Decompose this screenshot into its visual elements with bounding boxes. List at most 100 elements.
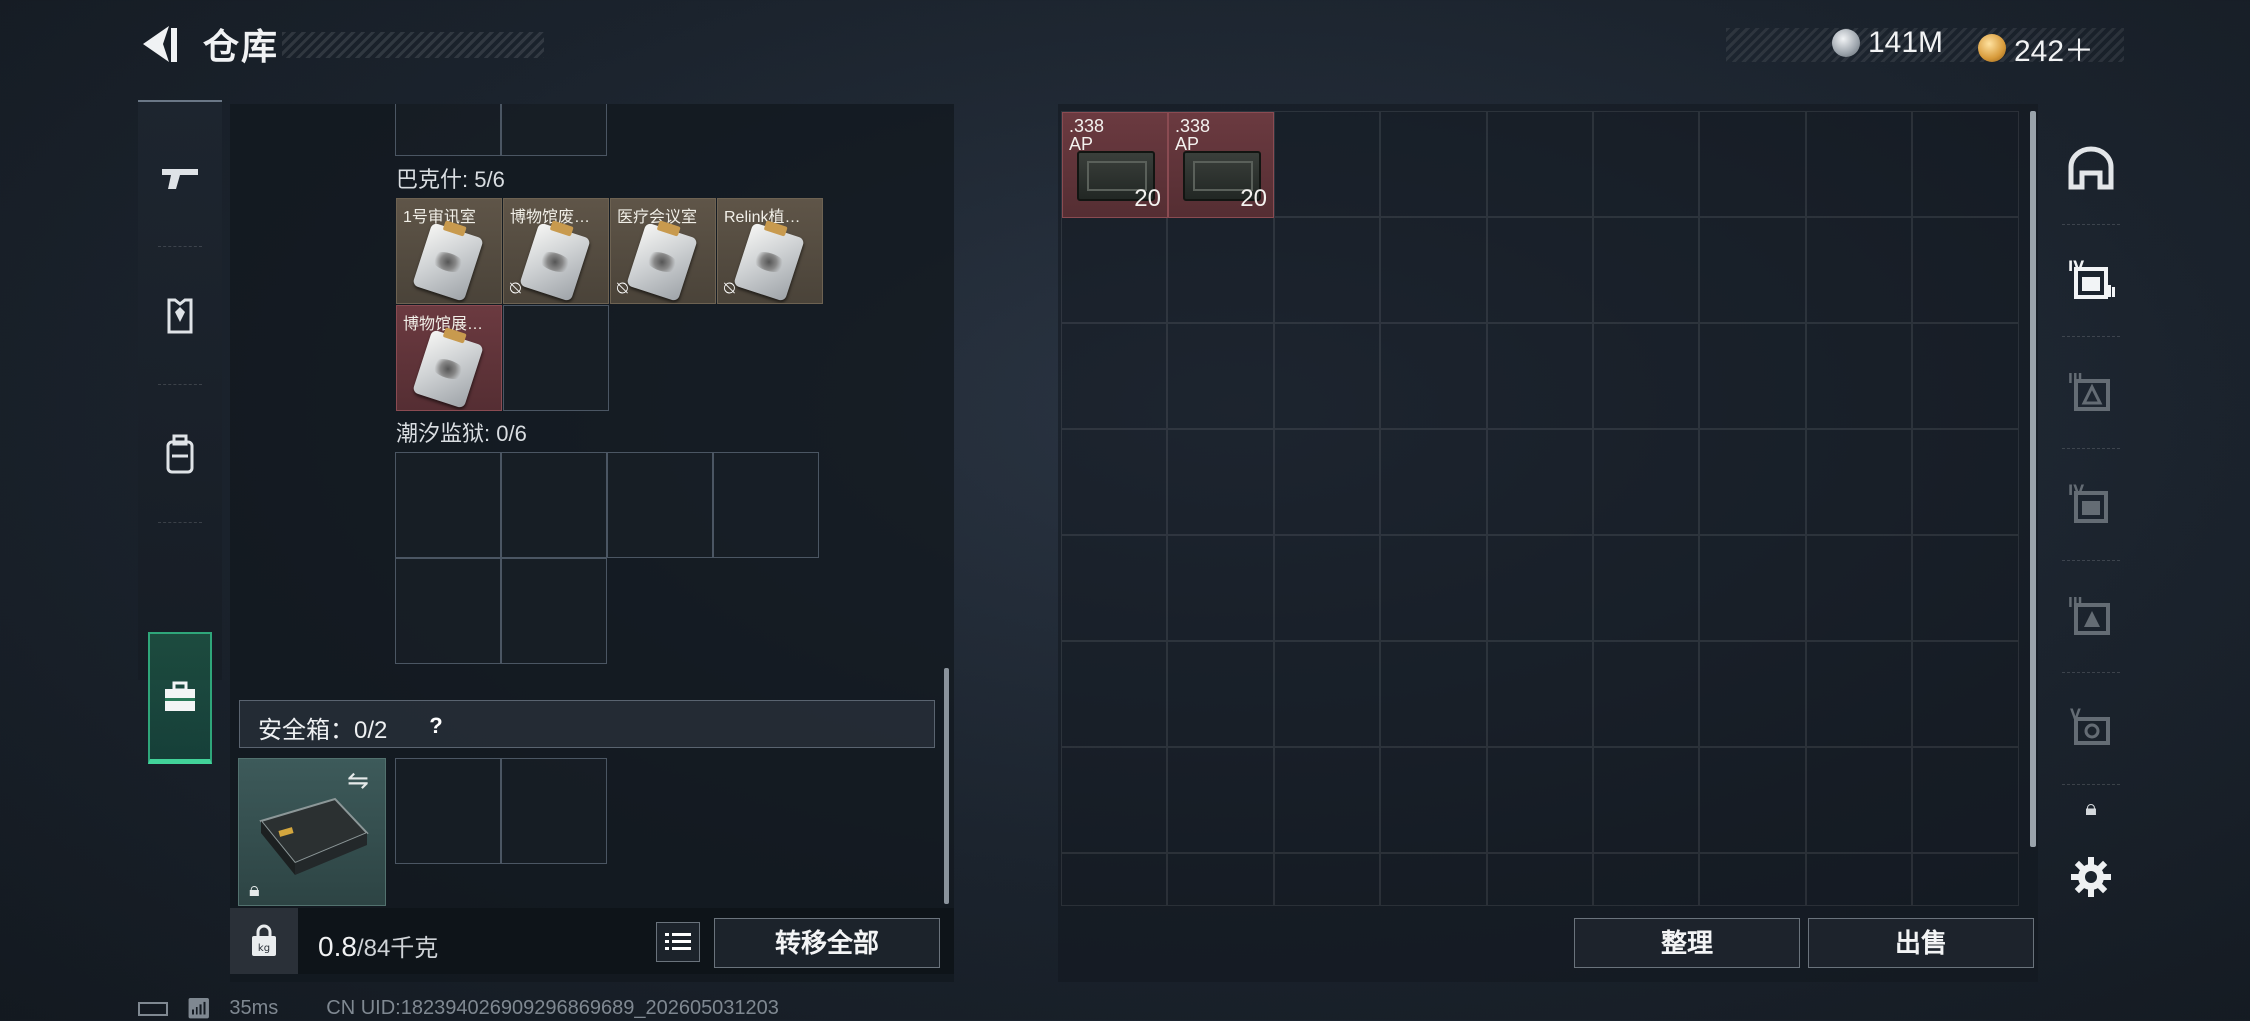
empty-slot[interactable] <box>395 558 501 664</box>
stash-cell[interactable] <box>1699 641 1806 747</box>
stash-cell[interactable] <box>1593 429 1700 535</box>
stash-cell[interactable] <box>1593 217 1700 323</box>
keycard-item[interactable]: 博物馆展… <box>396 305 502 411</box>
stash-cell[interactable] <box>1593 111 1700 217</box>
stash-cell[interactable] <box>1912 111 2019 217</box>
empty-slot[interactable] <box>501 104 607 156</box>
stash-cell[interactable] <box>1805 111 1913 217</box>
tab-stash-iv[interactable]: IV <box>2040 224 2142 336</box>
nav-weapons[interactable] <box>138 118 222 238</box>
stash-cell[interactable] <box>1167 747 1274 853</box>
scrollbar[interactable] <box>944 668 949 904</box>
list-view-button[interactable] <box>656 922 700 962</box>
stash-cell[interactable] <box>1912 323 2019 429</box>
stash-cell[interactable] <box>1273 217 1381 323</box>
stash-cell[interactable] <box>1380 535 1487 641</box>
stash-cell[interactable] <box>1805 217 1913 323</box>
stash-cell[interactable] <box>1699 853 1806 906</box>
safe-case-item[interactable]: ⇋ 🔒︎ <box>238 758 386 906</box>
empty-slot[interactable] <box>501 452 607 558</box>
stash-cell[interactable] <box>1912 429 2019 535</box>
stash-cell[interactable] <box>1699 747 1806 853</box>
stash-cell[interactable] <box>1380 853 1487 906</box>
keycard-item[interactable]: Relink植… ⍉ <box>717 198 823 304</box>
ammo-item[interactable]: .338 AP 20 <box>1062 112 1168 218</box>
tab-stash-4[interactable]: III <box>2040 560 2142 672</box>
stash-cell[interactable] <box>1486 641 1593 747</box>
stash-cell[interactable] <box>1273 535 1381 641</box>
help-button[interactable]: ? <box>422 712 450 740</box>
stash-cell[interactable] <box>1061 747 1168 853</box>
stash-cell[interactable] <box>1061 429 1168 535</box>
stash-cell[interactable] <box>1699 111 1806 217</box>
stash-cell[interactable] <box>1167 217 1274 323</box>
stash-cell[interactable] <box>1805 535 1913 641</box>
sort-button[interactable]: 整理 <box>1574 918 1800 968</box>
stash-cell[interactable] <box>1486 853 1593 906</box>
stash-cell[interactable] <box>1273 323 1381 429</box>
stash-cell[interactable] <box>1699 323 1806 429</box>
stash-cell[interactable] <box>1912 217 2019 323</box>
tab-stash-5[interactable]: V <box>2040 672 2142 784</box>
empty-slot[interactable] <box>501 558 607 664</box>
stash-cell[interactable] <box>1380 641 1487 747</box>
stash-cell[interactable] <box>1167 641 1274 747</box>
empty-slot[interactable] <box>395 758 501 864</box>
stash-cell[interactable] <box>1486 747 1593 853</box>
stash-cell[interactable] <box>1380 747 1487 853</box>
ammo-item[interactable]: .338 AP 20 <box>1168 112 1274 218</box>
nav-backpack[interactable] <box>138 394 222 514</box>
stash-cell[interactable] <box>1273 429 1381 535</box>
swap-icon[interactable]: ⇋ <box>347 765 369 796</box>
weight-lock-button[interactable]: kg <box>230 908 298 974</box>
stash-cell[interactable] <box>1273 853 1381 906</box>
tab-helmet[interactable] <box>2040 112 2142 224</box>
stash-cell[interactable] <box>1061 853 1168 906</box>
back-button[interactable] <box>135 20 185 70</box>
stash-cell[interactable] <box>1912 535 2019 641</box>
stash-cell[interactable] <box>1380 111 1487 217</box>
stash-cell[interactable] <box>1805 429 1913 535</box>
stash-cell[interactable] <box>1486 429 1593 535</box>
empty-slot[interactable] <box>395 104 501 156</box>
stash-cell[interactable] <box>1593 323 1700 429</box>
stash-cell[interactable] <box>1912 747 2019 853</box>
keycard-item[interactable]: 医疗会议室 ⍉ <box>610 198 716 304</box>
empty-slot[interactable] <box>395 452 501 558</box>
stash-cell[interactable] <box>1486 535 1593 641</box>
stash-grid[interactable] <box>1061 111 2019 906</box>
empty-slot[interactable] <box>607 452 713 558</box>
keycard-item[interactable]: 博物馆废… ⍉ <box>503 198 609 304</box>
stash-cell[interactable] <box>1805 747 1913 853</box>
stash-cell[interactable] <box>1273 747 1381 853</box>
stash-cell[interactable] <box>1380 429 1487 535</box>
stash-cell[interactable] <box>1593 853 1700 906</box>
stash-cell[interactable] <box>1061 217 1168 323</box>
keycard-item[interactable]: 1号审讯室 <box>396 198 502 304</box>
sell-button[interactable]: 出售 <box>1808 918 2034 968</box>
stash-cell[interactable] <box>1805 323 1913 429</box>
empty-slot[interactable] <box>503 305 609 411</box>
stash-cell[interactable] <box>1699 217 1806 323</box>
stash-cell[interactable] <box>1699 429 1806 535</box>
stash-cell[interactable] <box>1061 535 1168 641</box>
stash-cell[interactable] <box>1699 535 1806 641</box>
stash-cell[interactable] <box>1805 641 1913 747</box>
stash-cell[interactable] <box>1380 217 1487 323</box>
empty-slot[interactable] <box>501 758 607 864</box>
stash-cell[interactable] <box>1486 111 1593 217</box>
tab-stash-2[interactable]: III <box>2040 336 2142 448</box>
stash-cell[interactable] <box>1593 747 1700 853</box>
stash-cell[interactable] <box>1061 641 1168 747</box>
stash-cell[interactable] <box>1486 323 1593 429</box>
scrollbar[interactable] <box>2030 111 2036 847</box>
nav-armor[interactable] <box>138 256 222 376</box>
stash-cell[interactable] <box>1912 853 2019 906</box>
stash-cell[interactable] <box>1380 323 1487 429</box>
settings-button[interactable] <box>2040 842 2142 912</box>
stash-cell[interactable] <box>1061 323 1168 429</box>
stash-cell[interactable] <box>1167 323 1274 429</box>
stash-cell[interactable] <box>1273 641 1381 747</box>
stash-cell[interactable] <box>1273 111 1381 217</box>
nav-case[interactable] <box>148 632 212 764</box>
